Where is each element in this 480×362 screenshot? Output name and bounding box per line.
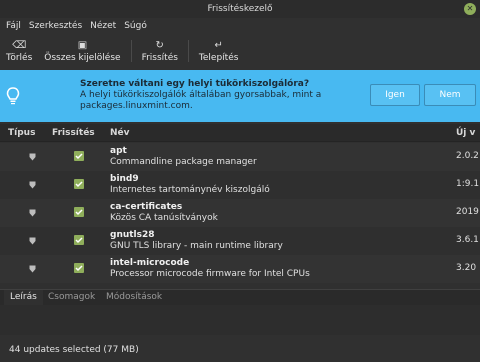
table-row[interactable]: apt Commandline package manager 2.0.2 — [0, 143, 480, 171]
package-description: Internetes tartománynév kiszolgáló — [110, 185, 270, 195]
clear-button[interactable]: ⌫ Törlés — [0, 34, 38, 68]
package-name: ca-certificates — [110, 202, 183, 212]
package-description: GNU TLS library - main runtime library — [110, 241, 283, 251]
update-checkbox[interactable] — [74, 179, 84, 189]
banner-title: Szeretne váltani egy helyi tükörkiszolgá… — [80, 79, 310, 89]
package-version: 2.0.2 — [456, 151, 479, 161]
update-list: apt Commandline package manager 2.0.2 bi… — [0, 143, 480, 283]
install-button[interactable]: ↵ Telepítés — [193, 34, 245, 68]
shield-icon — [29, 265, 36, 273]
update-checkbox[interactable] — [74, 263, 84, 273]
table-row[interactable]: bind9 Internetes tartománynév kiszolgáló… — [0, 171, 480, 199]
select-all-label: Összes kijelölése — [44, 52, 121, 63]
window-title: Frissítéskezelő — [207, 4, 273, 14]
no-button[interactable]: Nem — [424, 84, 476, 106]
menu-edit[interactable]: Szerkesztés — [29, 21, 82, 31]
table-row[interactable]: intel-microcode Processor microcode firm… — [0, 255, 480, 283]
mirror-info-bar: Szeretne váltani egy helyi tükörkiszolgá… — [0, 70, 480, 122]
checkmark-icon — [75, 237, 83, 244]
select-all-icon: ▣ — [77, 39, 88, 51]
details-tabs: Leírás Csomagok Módosítások — [0, 289, 480, 306]
checkmark-icon — [75, 265, 83, 272]
menu-bar: Fájl Szerkesztés Nézet Súgó — [0, 18, 480, 34]
column-update[interactable]: Frissítés — [52, 128, 95, 138]
update-checkbox[interactable] — [74, 207, 84, 217]
banner-message: Szeretne váltani egy helyi tükörkiszolgá… — [80, 79, 330, 112]
toolbar-separator — [187, 40, 189, 62]
backspace-icon: ⌫ — [12, 39, 27, 51]
toolbar-separator — [130, 40, 132, 62]
menu-help[interactable]: Súgó — [124, 21, 147, 31]
tab-changes[interactable]: Módosítások — [100, 290, 168, 306]
close-button[interactable]: ✕ — [464, 3, 476, 15]
package-description: Közös CA tanúsítványok — [110, 213, 218, 223]
shield-icon — [29, 209, 36, 217]
checkmark-icon — [75, 181, 83, 188]
package-name: intel-microcode — [110, 258, 190, 268]
table-row[interactable]: gnutls28 GNU TLS library - main runtime … — [0, 227, 480, 255]
install-icon: ↵ — [214, 39, 223, 51]
refresh-label: Frissítés — [141, 52, 178, 63]
menu-file[interactable]: Fájl — [6, 21, 21, 31]
package-version: 1:9.1 — [456, 179, 480, 189]
yes-button[interactable]: Igen — [370, 84, 420, 106]
table-header: Típus Frissítés Név Új v — [0, 124, 480, 142]
table-row[interactable]: ca-certificates Közös CA tanúsítványok 2… — [0, 199, 480, 227]
package-name: bind9 — [110, 174, 139, 184]
shield-icon — [29, 237, 36, 245]
package-version: 3.20 — [456, 263, 477, 273]
lightbulb-icon — [6, 87, 20, 105]
shield-icon — [29, 153, 36, 161]
package-description: Processor microcode firmware for Intel C… — [110, 269, 310, 279]
refresh-icon: ↻ — [155, 39, 164, 51]
update-checkbox[interactable] — [74, 151, 84, 161]
package-version: 2019 — [456, 207, 479, 217]
toolbar: ⌫ Törlés ▣ Összes kijelölése ↻ Frissítés… — [0, 34, 480, 68]
checkmark-icon — [75, 209, 83, 216]
shield-icon — [29, 181, 36, 189]
install-label: Telepítés — [198, 52, 239, 63]
clear-label: Törlés — [6, 52, 33, 63]
title-bar: Frissítéskezelő ✕ — [0, 0, 480, 18]
column-type[interactable]: Típus — [8, 128, 35, 138]
menu-view[interactable]: Nézet — [90, 21, 116, 31]
package-version: 3.6.1 — [456, 235, 479, 245]
column-version[interactable]: Új v — [456, 128, 475, 138]
checkmark-icon — [75, 153, 83, 160]
status-bar: 44 updates selected (77 MB) — [9, 345, 139, 355]
tab-packages[interactable]: Csomagok — [42, 290, 101, 306]
refresh-button[interactable]: ↻ Frissítés — [136, 34, 184, 68]
details-panel — [0, 305, 480, 335]
tab-description[interactable]: Leírás — [4, 290, 43, 306]
package-name: gnutls28 — [110, 230, 155, 240]
banner-text: A helyi tükörkiszolgálók általában gyors… — [80, 90, 322, 111]
update-checkbox[interactable] — [74, 235, 84, 245]
column-name[interactable]: Név — [110, 128, 130, 138]
package-description: Commandline package manager — [110, 157, 257, 167]
select-all-button[interactable]: ▣ Összes kijelölése — [38, 34, 126, 68]
package-name: apt — [110, 146, 127, 156]
